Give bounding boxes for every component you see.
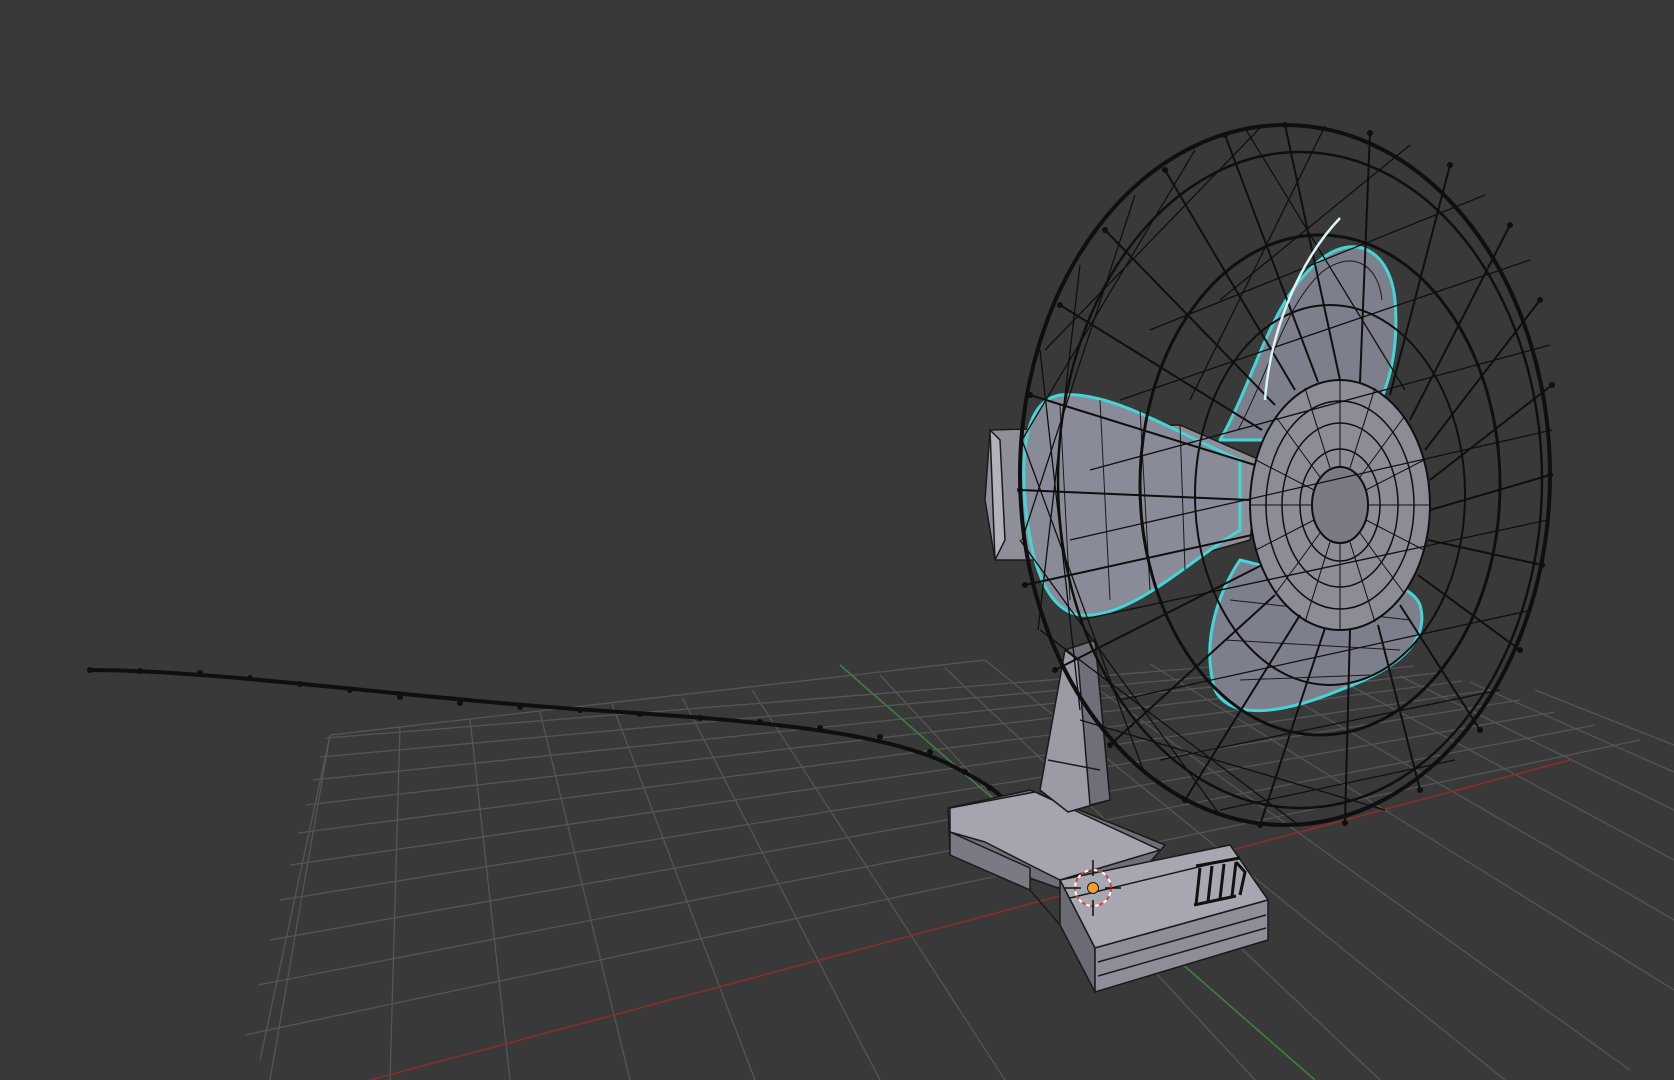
grid-floor — [244, 653, 1674, 1080]
object-origin-icon — [1087, 882, 1099, 894]
viewport-canvas[interactable] — [0, 0, 1674, 1080]
fan-hub[interactable] — [1249, 379, 1431, 631]
fan-power-cord[interactable] — [87, 667, 1007, 802]
3d-viewport[interactable] — [0, 0, 1674, 1080]
